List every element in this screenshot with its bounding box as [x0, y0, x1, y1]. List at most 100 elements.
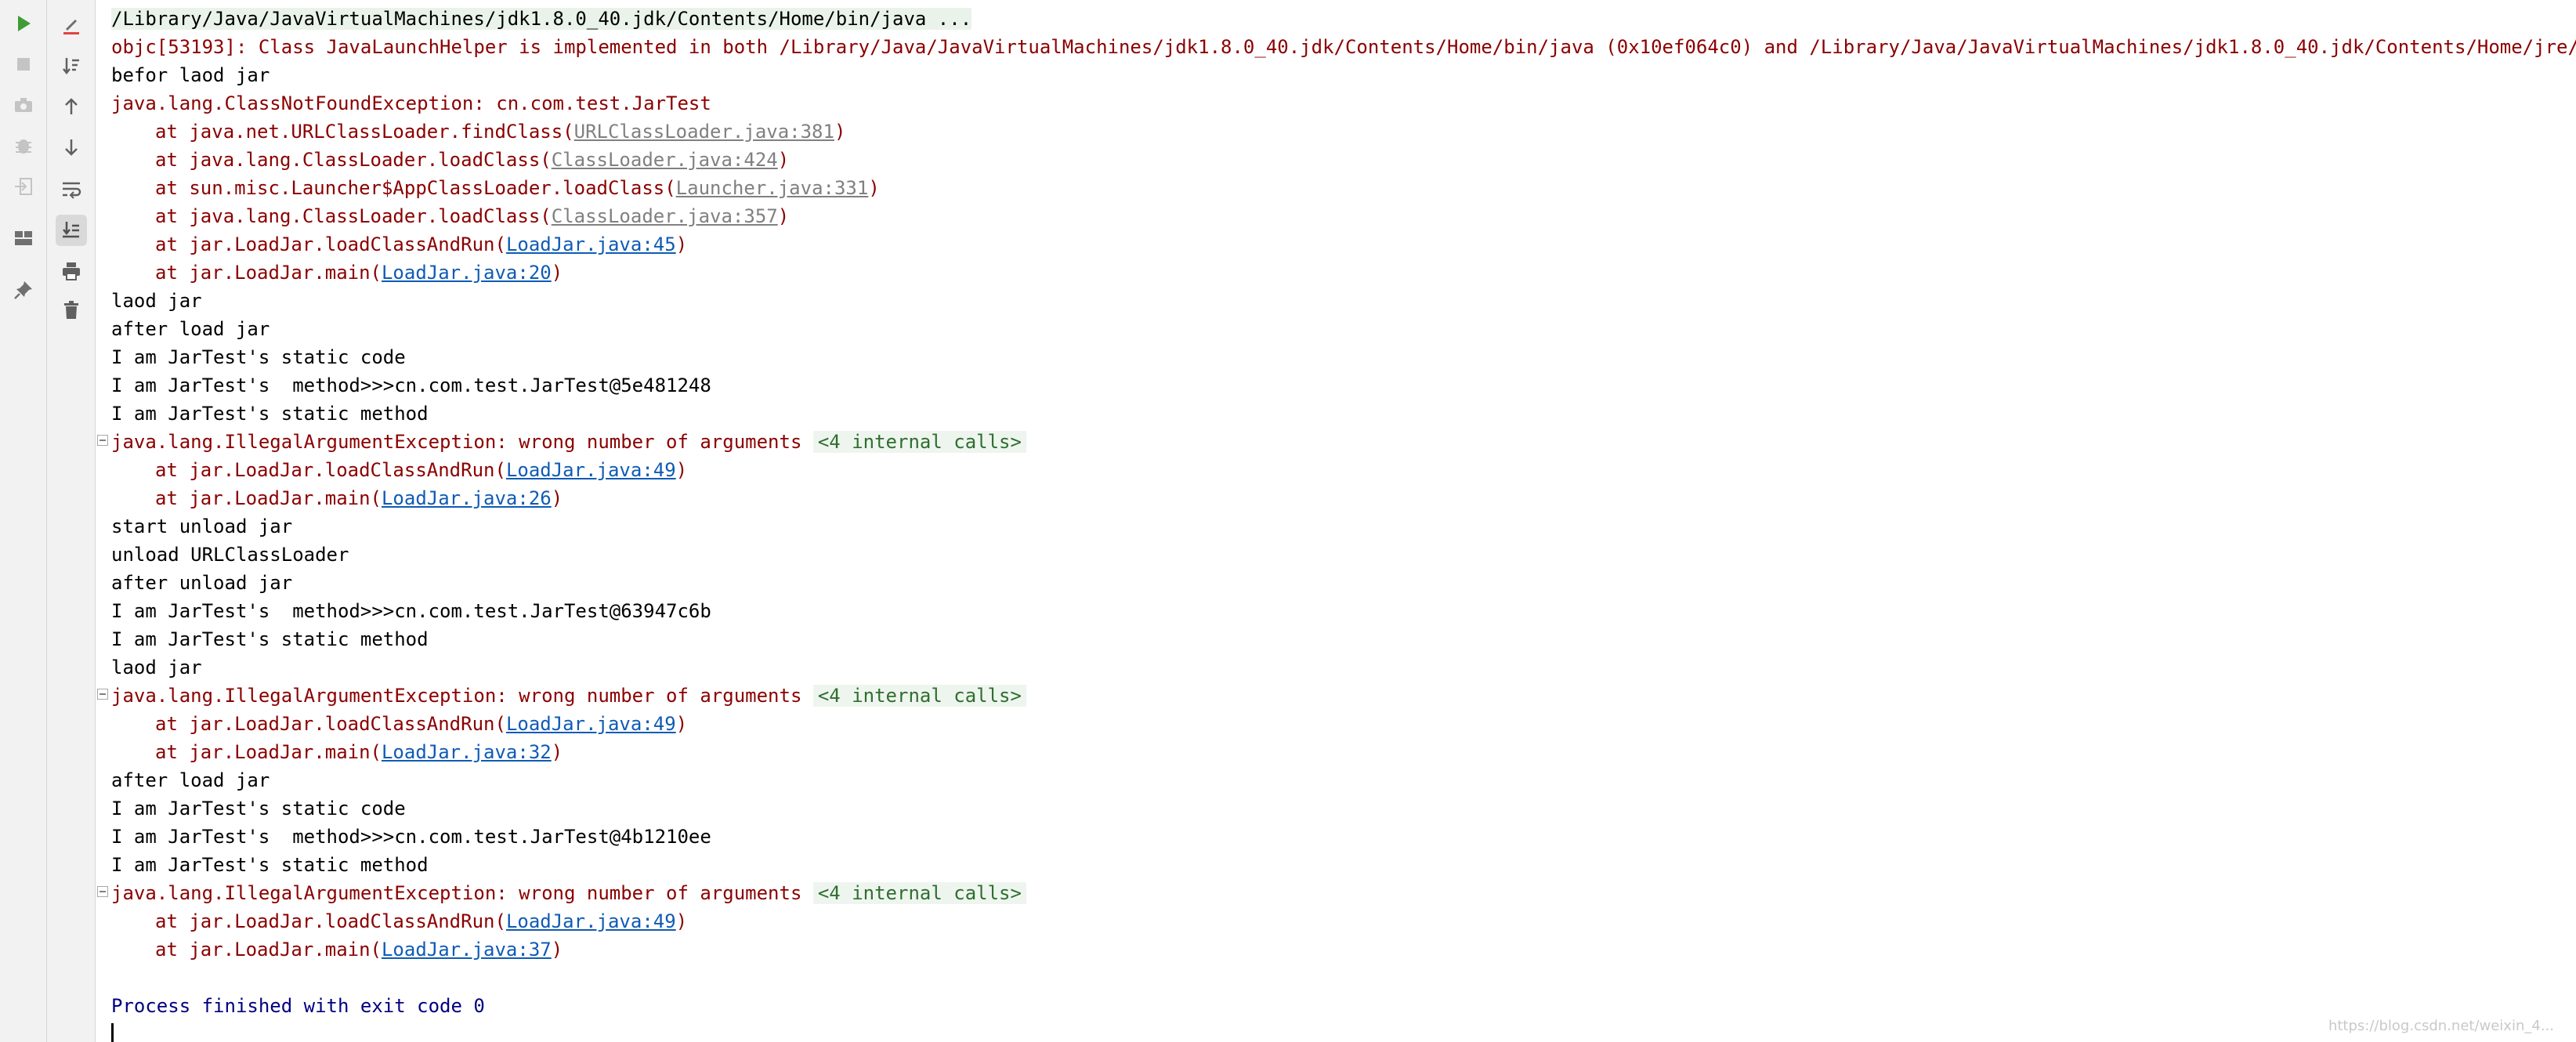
scroll-to-end-button[interactable] [56, 215, 87, 246]
print-button[interactable] [56, 255, 87, 287]
stack-frame-link[interactable]: LoadJar.java:45 [506, 233, 676, 255]
camera-icon [15, 98, 32, 112]
previous-occurrence-button[interactable] [56, 91, 87, 122]
bug-icon [16, 139, 31, 154]
watermark: https://blog.csdn.net/weixin_4... [2328, 1018, 2554, 1034]
objc-warning-text: objc[53193]: Class JavaLaunchHelper is i… [111, 36, 2576, 58]
console-line: I am JarTest's static method [111, 851, 2576, 879]
stack-trace-line: at sun.misc.Launcher$AppClassLoader.load… [111, 174, 2576, 202]
console-line: I am JarTest's method>>>cn.com.test.JarT… [111, 823, 2576, 851]
pin-button[interactable] [8, 274, 39, 306]
stack-frame-link[interactable]: LoadJar.java:26 [382, 487, 552, 509]
stack-frame-link[interactable]: LoadJar.java:49 [506, 713, 676, 735]
stack-frame-text: at sun.misc.Launcher$AppClassLoader.load… [155, 177, 676, 199]
stack-frame-text: at jar.LoadJar.loadClassAndRun( [155, 910, 506, 932]
stack-frame-text: at java.lang.ClassLoader.loadClass( [155, 205, 552, 227]
soft-wrap-button[interactable] [56, 174, 87, 205]
text-caret [111, 1023, 114, 1042]
console-input-line[interactable] [111, 1020, 2576, 1042]
stdout-text: laod jar [111, 290, 202, 312]
settings-button[interactable] [8, 130, 39, 161]
fold-toggle[interactable] [97, 886, 108, 897]
rerun-button[interactable] [8, 8, 39, 39]
stack-frame-text: at jar.LoadJar.main( [155, 262, 382, 284]
stack-frame-close: ) [551, 262, 563, 284]
stack-trace-line: at jar.LoadJar.main(LoadJar.java:32) [111, 738, 2576, 766]
console-line: I am JarTest's static method [111, 400, 2576, 428]
stack-frame-close: ) [551, 939, 563, 961]
console-line: after load jar [111, 315, 2576, 343]
exit-button[interactable] [8, 171, 39, 202]
command-line-text[interactable]: /Library/Java/JavaVirtualMachines/jdk1.8… [111, 8, 972, 30]
clear-all-button[interactable] [56, 295, 87, 326]
exception-text: java.lang.IllegalArgumentException: wron… [111, 882, 802, 904]
stack-frame-link[interactable]: ClassLoader.java:424 [552, 149, 778, 171]
stack-trace-line: at jar.LoadJar.main(LoadJar.java:26) [111, 484, 2576, 512]
console-line-exception: java.lang.ClassNotFoundException: cn.com… [111, 89, 2576, 118]
sort-button[interactable] [56, 50, 87, 81]
stdout-text: I am JarTest's static method [111, 403, 429, 425]
run-toolbar-primary [0, 0, 47, 1042]
stack-frame-link[interactable]: LoadJar.java:32 [382, 741, 552, 763]
console-line: I am JarTest's method>>>cn.com.test.JarT… [111, 371, 2576, 400]
console-output[interactable]: /Library/Java/JavaVirtualMachines/jdk1.8… [96, 0, 2576, 1042]
console-line-command: /Library/Java/JavaVirtualMachines/jdk1.8… [111, 5, 2576, 33]
stack-frame-close: ) [675, 233, 688, 255]
stack-frame-link[interactable]: ClassLoader.java:357 [552, 205, 778, 227]
console-line: unload URLClassLoader [111, 541, 2576, 569]
stdout-text: laod jar [111, 657, 202, 678]
console-lines: /Library/Java/JavaVirtualMachines/jdk1.8… [97, 5, 2576, 1042]
stack-trace-line: at jar.LoadJar.loadClassAndRun(LoadJar.j… [111, 907, 2576, 935]
stack-frame-text: at jar.LoadJar.main( [155, 487, 382, 509]
internal-calls-fold[interactable]: <4 internal calls> [812, 431, 1026, 453]
exception-text: java.lang.ClassNotFoundException: cn.com… [111, 92, 711, 114]
stack-trace-line: at java.lang.ClassLoader.loadClass(Class… [111, 146, 2576, 174]
stack-frame-close: ) [834, 121, 846, 143]
stack-trace-line: at jar.LoadJar.main(LoadJar.java:37) [111, 935, 2576, 964]
stack-frame-text: at java.net.URLClassLoader.findClass( [155, 121, 574, 143]
scroll-to-end-icon [63, 222, 79, 238]
stdout-text: start unload jar [111, 516, 293, 537]
console-line: after load jar [111, 766, 2576, 794]
console-line: after unload jar [111, 569, 2576, 597]
stdout-text: after load jar [111, 769, 270, 791]
stop-button[interactable] [8, 49, 39, 80]
internal-calls-fold[interactable]: <4 internal calls> [812, 685, 1026, 707]
stack-frame-text: at jar.LoadJar.loadClassAndRun( [155, 459, 506, 481]
console-line-exception: java.lang.IllegalArgumentException: wron… [97, 879, 2576, 907]
stack-frame-close: ) [675, 713, 688, 735]
console-line-exception: java.lang.IllegalArgumentException: wron… [97, 428, 2576, 456]
run-tool-window: /Library/Java/JavaVirtualMachines/jdk1.8… [0, 0, 2576, 1042]
fold-toggle[interactable] [97, 435, 108, 446]
stack-frame-link[interactable]: LoadJar.java:20 [382, 262, 552, 284]
stack-frame-text: at jar.LoadJar.loadClassAndRun( [155, 233, 506, 255]
stack-frame-link[interactable]: URLClassLoader.java:381 [574, 121, 834, 143]
stack-frame-link[interactable]: Launcher.java:331 [676, 177, 869, 199]
console-line: start unload jar [111, 512, 2576, 541]
stack-trace-line: at java.lang.ClassLoader.loadClass(Class… [111, 202, 2576, 230]
fold-toggle[interactable] [97, 689, 108, 700]
clear-edit-button[interactable] [56, 11, 87, 42]
exception-text: java.lang.IllegalArgumentException: wron… [111, 685, 802, 707]
stdout-text: befor laod jar [111, 64, 270, 86]
stack-frame-link[interactable]: LoadJar.java:37 [382, 939, 552, 961]
exception-text: java.lang.IllegalArgumentException: wron… [111, 431, 802, 453]
stack-frame-close: ) [868, 177, 880, 199]
exit-icon [15, 178, 32, 195]
arrow-up-icon [65, 98, 78, 114]
console-line: befor laod jar [111, 61, 2576, 89]
clear-edit-icon [63, 19, 79, 34]
stack-frame-close: ) [777, 205, 790, 227]
stack-frame-link[interactable]: LoadJar.java:49 [506, 459, 676, 481]
stack-trace-line: at java.net.URLClassLoader.findClass(URL… [111, 118, 2576, 146]
dump-threads-button[interactable] [8, 89, 39, 121]
stack-trace-line: at jar.LoadJar.main(LoadJar.java:20) [111, 259, 2576, 287]
layout-button[interactable] [8, 223, 39, 254]
print-icon [63, 262, 80, 280]
next-occurrence-button[interactable] [56, 132, 87, 163]
stdout-text: after unload jar [111, 572, 293, 594]
stack-trace-line: at jar.LoadJar.loadClassAndRun(LoadJar.j… [111, 456, 2576, 484]
internal-calls-fold[interactable]: <4 internal calls> [812, 882, 1026, 904]
stack-frame-link[interactable]: LoadJar.java:49 [506, 910, 676, 932]
